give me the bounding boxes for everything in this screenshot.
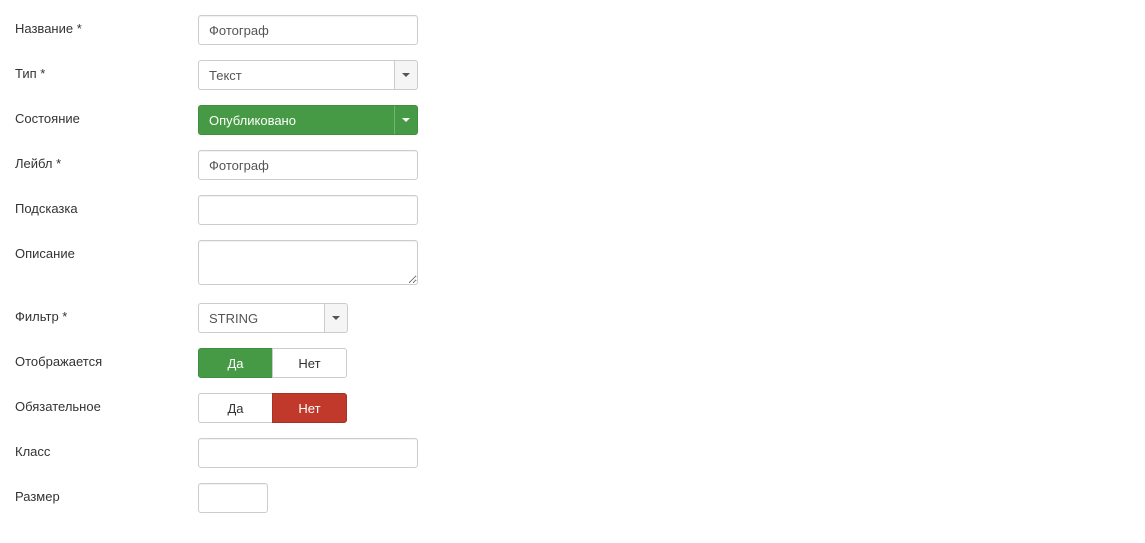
label-name: Название * bbox=[15, 15, 198, 36]
hint-input[interactable] bbox=[198, 195, 418, 225]
label-description: Описание bbox=[15, 240, 198, 261]
label-required: Обязательное bbox=[15, 393, 198, 414]
label-filter: Фильтр * bbox=[15, 303, 198, 324]
required-yes-button[interactable]: Да bbox=[198, 393, 273, 423]
visible-yes-button[interactable]: Да bbox=[198, 348, 273, 378]
description-textarea[interactable] bbox=[198, 240, 418, 285]
label-visible: Отображается bbox=[15, 348, 198, 369]
caret-down-icon bbox=[402, 73, 410, 77]
type-select-caret[interactable] bbox=[394, 60, 418, 90]
label-label: Лейбл * bbox=[15, 150, 198, 171]
label-state: Состояние bbox=[15, 105, 198, 126]
label-class: Класс bbox=[15, 438, 198, 459]
type-select-value: Текст bbox=[198, 60, 394, 90]
name-input[interactable] bbox=[198, 15, 418, 45]
filter-select[interactable]: STRING bbox=[198, 303, 348, 333]
visible-toggle: Да Нет bbox=[198, 348, 347, 378]
label-hint: Подсказка bbox=[15, 195, 198, 216]
state-select-value: Опубликовано bbox=[198, 105, 394, 135]
filter-select-value: STRING bbox=[198, 303, 324, 333]
type-select[interactable]: Текст bbox=[198, 60, 418, 90]
label-input[interactable] bbox=[198, 150, 418, 180]
class-input[interactable] bbox=[198, 438, 418, 468]
required-no-button[interactable]: Нет bbox=[272, 393, 347, 423]
visible-no-button[interactable]: Нет bbox=[272, 348, 347, 378]
caret-down-icon bbox=[402, 118, 410, 122]
size-input[interactable] bbox=[198, 483, 268, 513]
state-select-caret[interactable] bbox=[394, 105, 418, 135]
caret-down-icon bbox=[332, 316, 340, 320]
label-type: Тип * bbox=[15, 60, 198, 81]
label-size: Размер bbox=[15, 483, 198, 504]
required-toggle: Да Нет bbox=[198, 393, 347, 423]
filter-select-caret[interactable] bbox=[324, 303, 348, 333]
state-select[interactable]: Опубликовано bbox=[198, 105, 418, 135]
